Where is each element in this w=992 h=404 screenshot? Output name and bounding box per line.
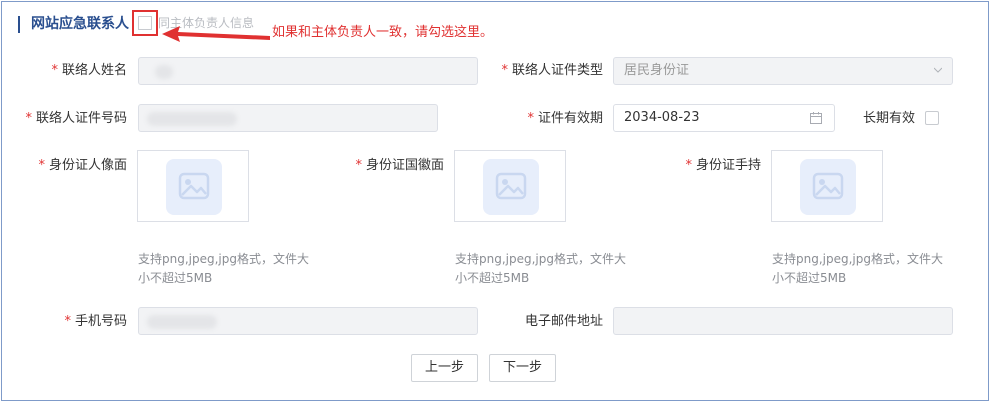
- id-hand-label-text: 身份证手持: [695, 158, 761, 173]
- required-mark: *: [501, 63, 508, 78]
- validity-label-text: 证件有效期: [537, 111, 603, 126]
- id-front-upload-tip: 支持png,jpeg,jpg格式，文件大 小不超过5MB: [138, 250, 310, 288]
- long-term-checkbox[interactable]: [925, 111, 939, 125]
- contact-name-input[interactable]: [138, 57, 478, 85]
- annotation-arrow-icon: [162, 26, 270, 42]
- email-input[interactable]: [613, 307, 953, 335]
- validity-date-value: 2034-08-23: [624, 110, 700, 125]
- calendar-icon: [810, 112, 822, 124]
- redacted-value: [147, 112, 237, 126]
- section-accent-bar: [18, 16, 20, 33]
- id-type-label: * 联络人证件类型: [501, 63, 603, 79]
- id-front-upload[interactable]: [137, 150, 249, 222]
- required-mark: *: [38, 158, 45, 173]
- required-mark: *: [685, 158, 692, 173]
- upload-tip-line2: 小不超过5MB: [772, 271, 847, 285]
- id-number-label: * 联络人证件号码: [25, 111, 127, 127]
- id-hand-label: * 身份证手持: [685, 158, 761, 174]
- image-placeholder-icon: [483, 159, 539, 215]
- prev-step-button[interactable]: 上一步: [411, 354, 478, 382]
- phone-label: * 手机号码: [64, 314, 127, 330]
- required-mark: *: [527, 111, 534, 126]
- phone-label-text: 手机号码: [74, 314, 127, 329]
- phone-input[interactable]: [138, 307, 478, 335]
- id-number-label-text: 联络人证件号码: [35, 111, 127, 126]
- id-back-upload[interactable]: [454, 150, 566, 222]
- annotation-highlight-box: [132, 10, 158, 36]
- upload-tip-line1: 支持png,jpeg,jpg格式，文件大: [772, 252, 943, 266]
- redacted-value: [147, 315, 217, 329]
- id-type-select[interactable]: 居民身份证: [613, 57, 953, 85]
- section-title: 网站应急联系人: [31, 16, 129, 32]
- id-type-label-text: 联络人证件类型: [511, 63, 603, 78]
- email-label: 电子邮件地址: [524, 314, 603, 329]
- id-back-label: * 身份证国徽面: [355, 158, 444, 174]
- contact-name-label-text: 联络人姓名: [61, 63, 127, 78]
- upload-tip-line2: 小不超过5MB: [455, 271, 530, 285]
- contact-name-label: * 联络人姓名: [51, 63, 127, 79]
- id-back-label-text: 身份证国徽面: [365, 158, 444, 173]
- id-front-label-text: 身份证人像面: [48, 158, 127, 173]
- next-step-button[interactable]: 下一步: [489, 354, 556, 382]
- id-back-upload-tip: 支持png,jpeg,jpg格式，文件大 小不超过5MB: [455, 250, 627, 288]
- upload-tip-line1: 支持png,jpeg,jpg格式，文件大: [138, 252, 309, 266]
- required-mark: *: [64, 314, 71, 329]
- validity-date-input[interactable]: 2034-08-23: [613, 104, 835, 132]
- upload-tip-line2: 小不超过5MB: [138, 271, 213, 285]
- id-hand-upload-tip: 支持png,jpeg,jpg格式，文件大 小不超过5MB: [772, 250, 944, 288]
- image-placeholder-icon: [166, 159, 222, 215]
- required-mark: *: [51, 63, 58, 78]
- validity-label: * 证件有效期: [527, 111, 603, 127]
- upload-tip-line1: 支持png,jpeg,jpg格式，文件大: [455, 252, 626, 266]
- required-mark: *: [355, 158, 362, 173]
- redacted-value: [155, 65, 173, 79]
- id-number-input[interactable]: [138, 104, 438, 132]
- id-hand-upload[interactable]: [771, 150, 883, 222]
- chevron-down-icon: [934, 67, 942, 73]
- long-term-label: 长期有效: [863, 111, 916, 126]
- id-type-value: 居民身份证: [624, 63, 690, 78]
- id-front-label: * 身份证人像面: [38, 158, 127, 174]
- annotation-hint: 如果和主体负责人一致，请勾选这里。: [272, 25, 494, 40]
- required-mark: *: [25, 111, 32, 126]
- image-placeholder-icon: [800, 159, 856, 215]
